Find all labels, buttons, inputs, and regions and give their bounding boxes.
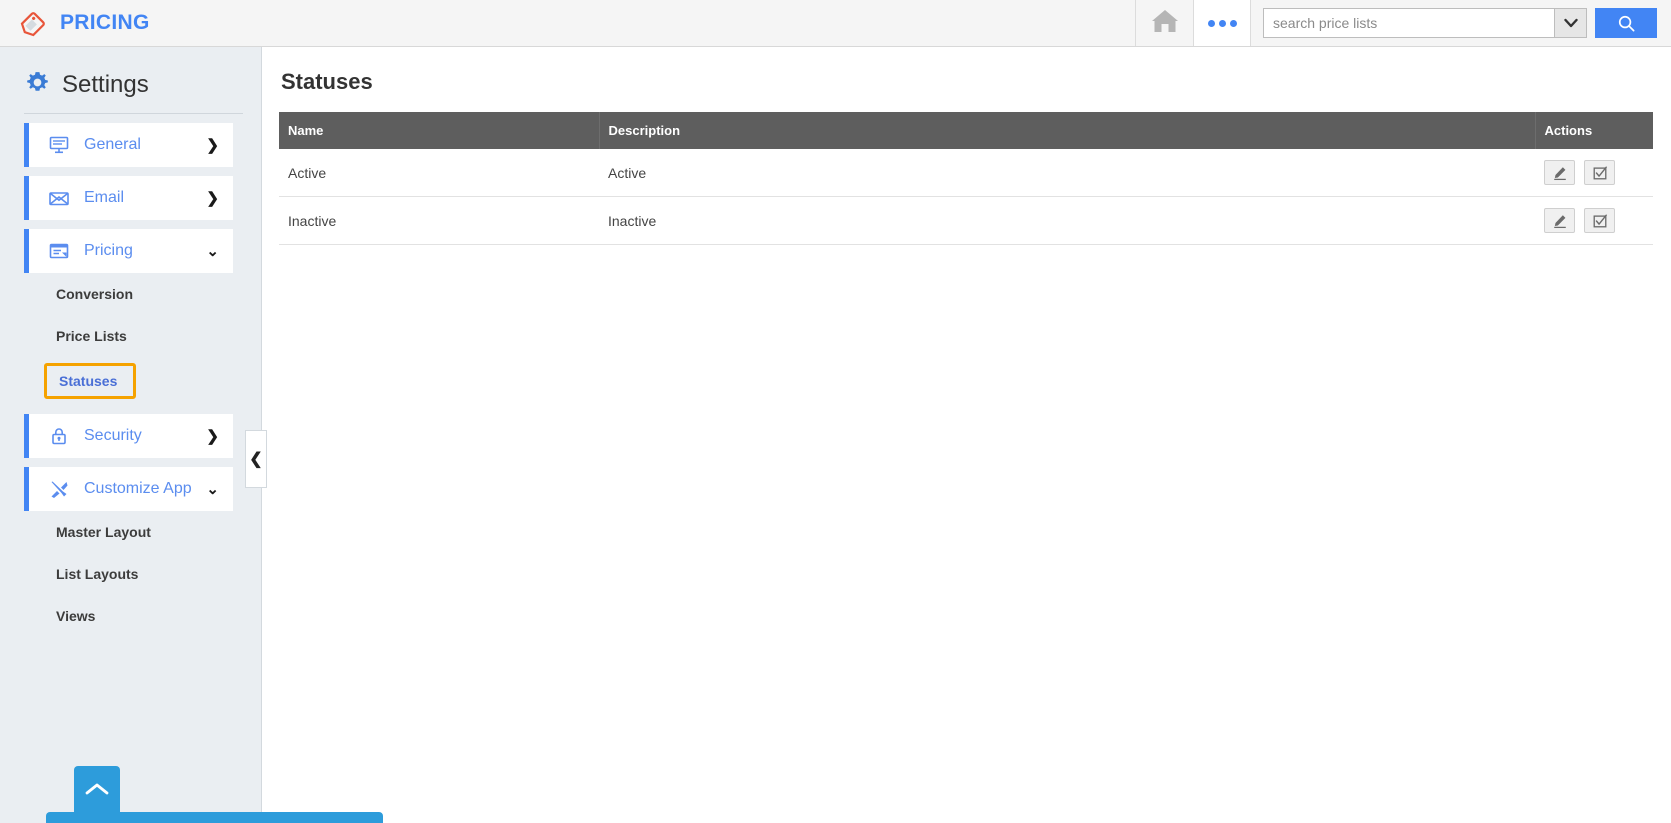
sidebar-subitem-price-lists[interactable]: Price Lists (0, 315, 261, 357)
sidebar-item-label: Email (84, 189, 125, 206)
sidebar-group-security: Security ❯ (0, 414, 261, 458)
statuses-table: Name Description Actions Active Active I… (279, 112, 1653, 245)
lock-icon (46, 425, 72, 447)
search-input[interactable] (1264, 9, 1554, 37)
edit-button[interactable] (1544, 208, 1575, 233)
column-header-actions: Actions (1535, 112, 1653, 149)
sidebar-item-label: Security (84, 427, 142, 444)
search-scope-dropdown[interactable] (1554, 9, 1586, 37)
sidebar-group-general: General ❯ (0, 123, 261, 167)
bottom-action-bar[interactable] (46, 812, 383, 823)
sidebar-subitem-conversion[interactable]: Conversion (0, 273, 261, 315)
search-area (1251, 0, 1671, 46)
sidebar-item-pricing[interactable]: Pricing ⌄ (24, 229, 233, 273)
top-bar-spacer (150, 0, 1135, 46)
column-header-name[interactable]: Name (279, 112, 600, 149)
cell-description: Active (599, 149, 1535, 197)
chevron-left-icon: ❮ (249, 451, 263, 468)
sidebar-item-security[interactable]: Security ❯ (24, 414, 233, 458)
column-header-description[interactable]: Description (599, 112, 1536, 149)
chevron-down-icon: ⌄ (206, 243, 219, 260)
sidebar-heading-label: Settings (62, 71, 149, 98)
table-header: Name Description Actions (279, 112, 1653, 149)
price-tag-icon (18, 7, 50, 39)
sidebar-collapse-handle[interactable]: ❮ (245, 430, 267, 488)
chevron-right-icon: ❯ (206, 137, 219, 154)
cell-description: Inactive (599, 196, 1535, 245)
brand[interactable]: PRICING (0, 0, 150, 46)
table-body: Active Active Inactive Inactive (279, 149, 1653, 245)
sidebar-item-email[interactable]: Email ❯ (24, 176, 233, 220)
scroll-to-top-button[interactable] (74, 766, 120, 812)
ellipsis-icon (1207, 19, 1237, 27)
page-title: Statuses (281, 69, 373, 94)
envelope-icon (46, 187, 72, 209)
gear-icon (24, 69, 51, 101)
price-list-icon (46, 240, 72, 262)
main-content: Statuses Name Description Actions Active… (263, 47, 1671, 823)
sidebar-item-label: Pricing (84, 242, 133, 259)
pencil-icon (1553, 166, 1566, 180)
table-header-row: Name Description Actions (279, 112, 1653, 149)
sidebar-subitem-statuses[interactable]: Statuses (44, 363, 137, 399)
cell-name: Active (279, 149, 599, 197)
checkbox-check-icon (1593, 166, 1607, 179)
search-field-group (1263, 8, 1587, 38)
sidebar-item-customize-app[interactable]: Customize App ⌄ (24, 467, 233, 511)
top-bar: PRICING (0, 0, 1671, 47)
home-icon (1150, 7, 1180, 40)
monitor-icon (46, 134, 72, 156)
sidebar-subitem-master-layout[interactable]: Master Layout (0, 511, 261, 553)
overflow-menu-button[interactable] (1193, 0, 1251, 46)
sidebar-group-pricing: Pricing ⌄ Conversion Price Lists Statuse… (0, 229, 261, 405)
home-button[interactable] (1135, 0, 1193, 46)
tools-icon (46, 478, 72, 501)
sidebar-item-label: General (84, 136, 141, 153)
cell-name: Inactive (279, 196, 599, 245)
search-icon (1618, 15, 1634, 31)
sidebar-subitem-list-layouts[interactable]: List Layouts (0, 553, 261, 595)
table-row[interactable]: Inactive Inactive (279, 196, 1653, 245)
search-submit-button[interactable] (1595, 8, 1657, 38)
sidebar-item-label: Customize App (84, 480, 192, 497)
sidebar: Settings General ❯ Email ❯ Pricing ⌄ Con… (0, 47, 383, 823)
sidebar-subitem-views[interactable]: Views (0, 595, 261, 637)
edit-button[interactable] (1544, 160, 1575, 185)
chevron-down-icon: ⌄ (206, 481, 219, 498)
select-button[interactable] (1584, 208, 1615, 233)
sidebar-item-general[interactable]: General ❯ (24, 123, 233, 167)
brand-title: PRICING (60, 11, 150, 34)
sidebar-divider (24, 113, 243, 114)
pencil-icon (1553, 214, 1566, 228)
sidebar-group-customize-app: Customize App ⌄ Master Layout List Layou… (0, 467, 261, 637)
row-actions (1544, 160, 1653, 185)
row-actions (1544, 208, 1653, 233)
chevron-right-icon: ❯ (206, 190, 219, 207)
sidebar-group-email: Email ❯ (0, 176, 261, 220)
cell-actions (1535, 196, 1653, 245)
sidebar-heading: Settings (0, 47, 261, 113)
checkbox-check-icon (1593, 214, 1607, 227)
select-button[interactable] (1584, 160, 1615, 185)
table-row[interactable]: Active Active (279, 149, 1653, 197)
cell-actions (1535, 149, 1653, 197)
chevron-right-icon: ❯ (206, 428, 219, 445)
chevron-up-icon (85, 783, 109, 795)
chevron-down-icon (1563, 18, 1578, 28)
